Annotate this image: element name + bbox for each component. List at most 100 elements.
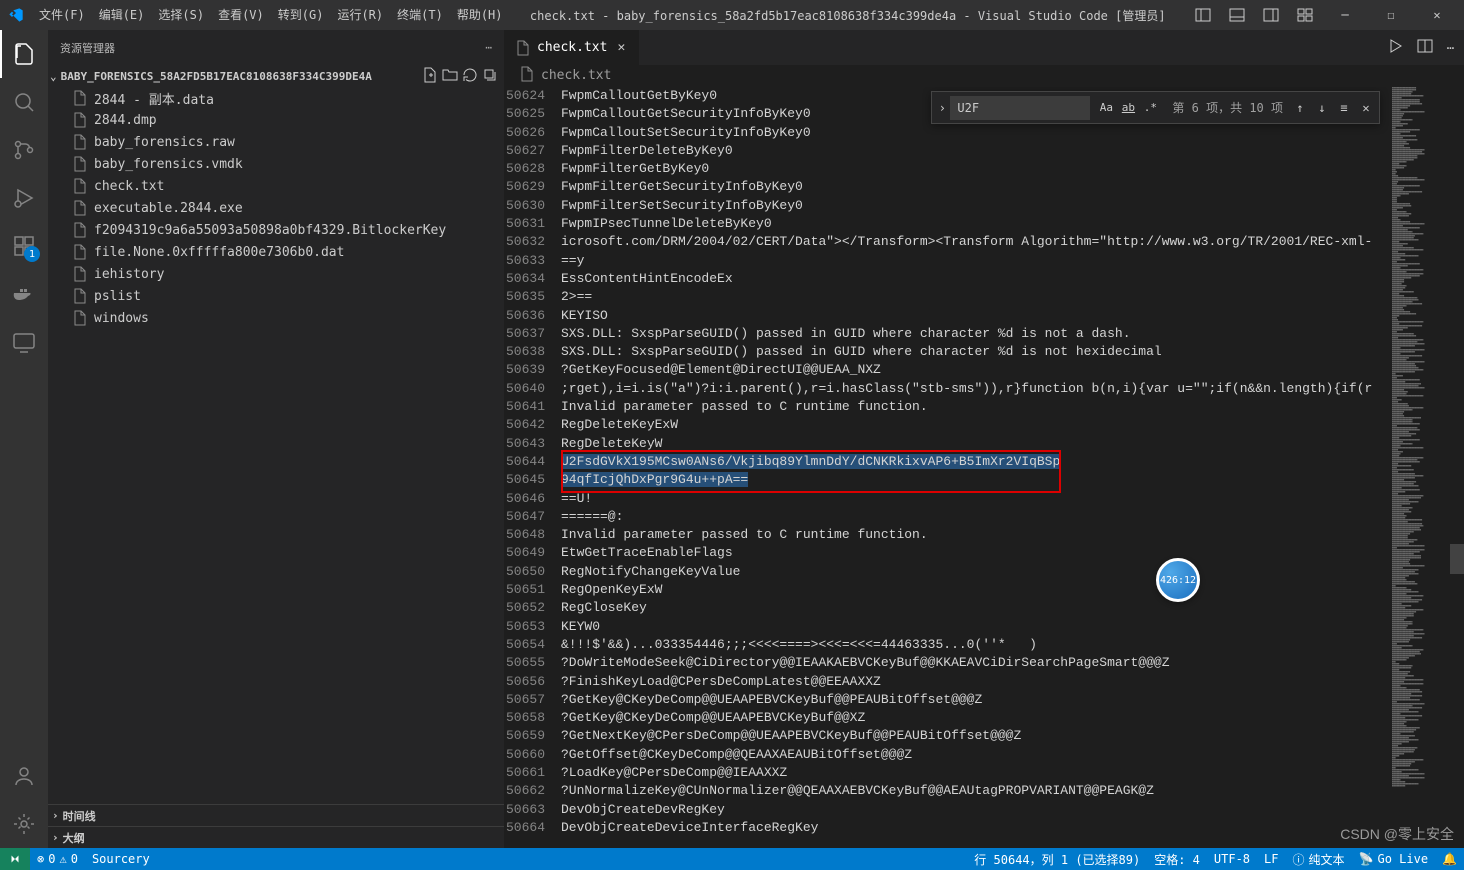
collapse-all-icon[interactable] <box>482 67 498 86</box>
status-indent[interactable]: 空格: 4 <box>1147 848 1207 870</box>
status-remote[interactable] <box>0 848 30 870</box>
status-notifications[interactable]: 🔔 <box>1435 848 1464 870</box>
file-name: 2844.dmp <box>94 113 157 128</box>
activity-docker[interactable] <box>0 270 48 318</box>
file-name: iehistory <box>94 267 164 282</box>
menu-edit[interactable]: 编辑(E) <box>92 0 152 30</box>
layout-sidebar-right-icon[interactable] <box>1254 0 1288 30</box>
section-outline[interactable]: › 大纲 <box>48 826 504 848</box>
menu-file[interactable]: 文件(F) <box>32 0 92 30</box>
vertical-scrollbar[interactable] <box>1450 87 1464 848</box>
menu-selection[interactable]: 选择(S) <box>151 0 211 30</box>
breadcrumb-path: check.txt <box>541 68 611 83</box>
chevron-right-icon: › <box>52 831 59 844</box>
text-editor[interactable]: 5062450625506265062750628506295063050631… <box>505 87 1392 848</box>
layout-panel-icon[interactable] <box>1220 0 1254 30</box>
file-item[interactable]: executable.2844.exe <box>48 197 504 219</box>
status-eol[interactable]: LF <box>1257 848 1285 870</box>
regex-icon[interactable]: .* <box>1140 98 1160 118</box>
menu-go[interactable]: 转到(G) <box>271 0 331 30</box>
bell-icon: 🔔 <box>1442 852 1457 866</box>
status-golive[interactable]: 📡 Go Live <box>1352 848 1436 870</box>
window-maximize-button[interactable]: ☐ <box>1368 0 1414 30</box>
tab-label: check.txt <box>537 40 607 55</box>
file-item[interactable]: baby_forensics.vmdk <box>48 153 504 175</box>
sidebar-header: 资源管理器 ⋯ <box>48 30 504 65</box>
activity-remote[interactable] <box>0 318 48 366</box>
outline-label: 大纲 <box>63 830 85 846</box>
new-folder-icon[interactable] <box>442 67 458 86</box>
file-item[interactable]: iehistory <box>48 263 504 285</box>
status-problems[interactable]: ⊗0 ⚠0 <box>30 848 85 870</box>
status-sourcery[interactable]: Sourcery <box>85 848 157 870</box>
status-encoding[interactable]: UTF-8 <box>1207 848 1257 870</box>
activity-run-debug[interactable] <box>0 174 48 222</box>
file-item[interactable]: windows <box>48 307 504 329</box>
activity-source-control[interactable] <box>0 126 48 174</box>
tab-check-txt[interactable]: check.txt ✕ <box>505 30 640 65</box>
refresh-icon[interactable] <box>462 67 478 86</box>
menu-view[interactable]: 查看(V) <box>211 0 271 30</box>
timeline-label: 时间线 <box>63 808 96 824</box>
file-item[interactable]: 2844 - 副本.data <box>48 87 504 109</box>
activity-extensions[interactable]: 1 <box>0 222 48 270</box>
tab-close-icon[interactable]: ✕ <box>613 40 629 56</box>
section-timeline[interactable]: › 时间线 <box>48 804 504 826</box>
new-file-icon[interactable] <box>422 67 438 86</box>
floating-timer-orb[interactable]: 426:12 <box>1156 558 1200 602</box>
activity-account[interactable] <box>0 752 48 800</box>
line-numbers: 5062450625506265062750628506295063050631… <box>505 87 561 848</box>
menu-terminal[interactable]: 终端(T) <box>390 0 450 30</box>
run-icon[interactable] <box>1387 38 1403 57</box>
scrollbar-thumb[interactable] <box>1450 544 1464 574</box>
customize-layout-icon[interactable] <box>1288 0 1322 30</box>
file-icon <box>72 310 88 326</box>
file-tree: 2844 - 副本.data 2844.dmp baby_forensics.raw… <box>48 87 504 804</box>
minimap[interactable]: ████████████████████████████████████████… <box>1392 87 1450 848</box>
editor-area[interactable]: › Aa ab .* 第 6 项，共 10 项 ↑ ↓ ≡ ✕ 50624506… <box>505 87 1464 848</box>
file-item[interactable]: 2844.dmp <box>48 109 504 131</box>
status-line-col[interactable]: 行 50644，列 1 (已选择89) <box>967 848 1147 870</box>
activity-explorer[interactable] <box>0 30 48 78</box>
activity-search[interactable] <box>0 78 48 126</box>
find-filter-icon[interactable]: ≡ <box>1333 97 1355 119</box>
vscode-logo-icon <box>8 7 24 23</box>
menu-help[interactable]: 帮助(H) <box>450 0 510 30</box>
breadcrumb[interactable]: check.txt <box>505 65 1464 87</box>
file-item[interactable]: f2094319c9a6a55093a50898a0bf4329.Bitlock… <box>48 219 504 241</box>
file-icon <box>72 112 88 128</box>
file-item[interactable]: file.None.0xfffffa800e7306b0.dat <box>48 241 504 263</box>
file-item[interactable]: pslist <box>48 285 504 307</box>
file-item[interactable]: check.txt <box>48 175 504 197</box>
more-actions-icon[interactable]: ⋯ <box>1447 41 1454 55</box>
menu-run[interactable]: 运行(R) <box>330 0 390 30</box>
code-content[interactable]: FwpmCalloutGetByKey0FwpmCalloutGetSecuri… <box>561 87 1392 848</box>
split-editor-icon[interactable] <box>1417 38 1433 57</box>
match-whole-word-icon[interactable]: ab <box>1118 98 1138 118</box>
find-prev-icon[interactable]: ↑ <box>1289 97 1311 119</box>
file-icon <box>515 40 531 56</box>
folder-header[interactable]: ⌄ BABY_FORENSICS_58A2FD5B17EAC8108638F33… <box>48 65 504 87</box>
file-name: executable.2844.exe <box>94 201 243 216</box>
file-icon <box>72 90 88 106</box>
status-language[interactable]: ⓘ 纯文本 <box>1285 848 1351 870</box>
editor-group: check.txt ✕ ⋯ check.txt › Aa ab .* 第 6 项… <box>505 30 1464 848</box>
find-toggle-replace-icon[interactable]: › <box>934 92 950 123</box>
window-close-button[interactable]: ✕ <box>1414 0 1460 30</box>
file-name: file.None.0xfffffa800e7306b0.dat <box>94 245 344 260</box>
file-icon <box>72 200 88 216</box>
activity-settings[interactable] <box>0 800 48 848</box>
title-bar: 文件(F) 编辑(E) 选择(S) 查看(V) 转到(G) 运行(R) 终端(T… <box>0 0 1464 30</box>
folder-name: BABY_FORENSICS_58A2FD5B17EAC8108638F334C… <box>61 70 372 83</box>
window-minimize-button[interactable]: ─ <box>1322 0 1368 30</box>
status-bar: ⊗0 ⚠0 Sourcery 行 50644，列 1 (已选择89) 空格: 4… <box>0 848 1464 870</box>
find-input[interactable] <box>950 96 1090 120</box>
file-item[interactable]: baby_forensics.raw <box>48 131 504 153</box>
find-next-icon[interactable]: ↓ <box>1311 97 1333 119</box>
warning-count: 0 <box>71 852 78 866</box>
toggle-panel-icon[interactable] <box>1186 0 1220 30</box>
sidebar-more-icon[interactable]: ⋯ <box>485 41 492 54</box>
find-close-icon[interactable]: ✕ <box>1355 97 1377 119</box>
sidebar: 资源管理器 ⋯ ⌄ BABY_FORENSICS_58A2FD5B17EAC81… <box>48 30 505 848</box>
match-case-icon[interactable]: Aa <box>1096 98 1116 118</box>
